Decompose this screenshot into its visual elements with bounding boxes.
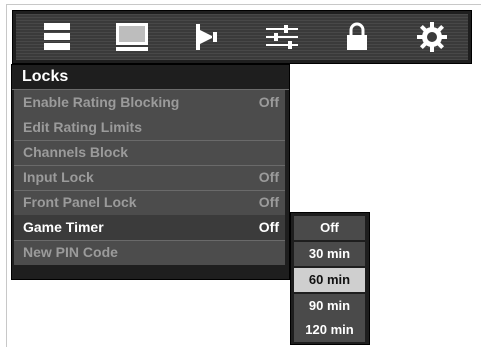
lock-icon bbox=[346, 22, 367, 50]
frame-left-edge bbox=[6, 4, 7, 347]
menu-item-value: Off bbox=[258, 169, 279, 185]
gear-icon bbox=[416, 22, 447, 52]
top-icon-bar-inner bbox=[16, 14, 468, 60]
menu-item-label: Game Timer bbox=[23, 219, 104, 235]
menu-item-front-panel-lock[interactable]: Front Panel Lock Off bbox=[14, 190, 285, 215]
menu-item-value: Off bbox=[258, 194, 279, 210]
menu-item-channels-block[interactable]: Channels Block bbox=[14, 140, 285, 165]
speaker-icon bbox=[195, 24, 217, 50]
menu-item-label: Front Panel Lock bbox=[23, 194, 137, 210]
tab-locks[interactable] bbox=[319, 14, 394, 60]
tab-settings-sliders[interactable] bbox=[244, 14, 319, 60]
list-icon bbox=[43, 23, 70, 50]
locks-menu: Locks Enable Rating Blocking Off Edit Ra… bbox=[11, 64, 290, 280]
menu-item-new-pin-code[interactable]: New PIN Code bbox=[14, 240, 285, 265]
frame-top-edge bbox=[6, 4, 481, 5]
tab-list[interactable] bbox=[19, 14, 94, 60]
dropdown-option-120-min[interactable]: 120 min bbox=[294, 318, 365, 342]
tab-audio[interactable] bbox=[169, 14, 244, 60]
dropdown-option-30-min[interactable]: 30 min bbox=[294, 242, 365, 266]
dropdown-option-60-min[interactable]: 60 min bbox=[294, 268, 365, 292]
menu-item-game-timer[interactable]: Game Timer Off bbox=[14, 215, 285, 240]
menu-item-input-lock[interactable]: Input Lock Off bbox=[14, 165, 285, 190]
menu-item-enable-rating-blocking[interactable]: Enable Rating Blocking Off bbox=[14, 90, 285, 115]
dropdown-option-90-min[interactable]: 90 min bbox=[294, 294, 365, 318]
menu-item-label: Edit Rating Limits bbox=[23, 119, 142, 135]
menu-item-value: Off bbox=[258, 219, 279, 235]
monitor-icon bbox=[115, 23, 148, 51]
menu-item-label: New PIN Code bbox=[23, 244, 118, 260]
menu-body: Enable Rating Blocking Off Edit Rating L… bbox=[14, 90, 285, 265]
menu-item-label: Channels Block bbox=[23, 144, 129, 160]
menu-item-edit-rating-limits[interactable]: Edit Rating Limits bbox=[14, 115, 285, 140]
game-timer-dropdown: Off 30 min 60 min 90 min 120 min bbox=[290, 212, 370, 345]
menu-item-value: Off bbox=[258, 94, 279, 110]
menu-item-label: Input Lock bbox=[23, 169, 94, 185]
top-icon-bar bbox=[12, 10, 472, 64]
sliders-icon bbox=[265, 25, 298, 49]
tab-setup[interactable] bbox=[394, 14, 469, 60]
menu-title: Locks bbox=[12, 65, 289, 90]
menu-item-label: Enable Rating Blocking bbox=[23, 94, 180, 110]
dropdown-option-off[interactable]: Off bbox=[294, 216, 365, 240]
tab-picture[interactable] bbox=[94, 14, 169, 60]
